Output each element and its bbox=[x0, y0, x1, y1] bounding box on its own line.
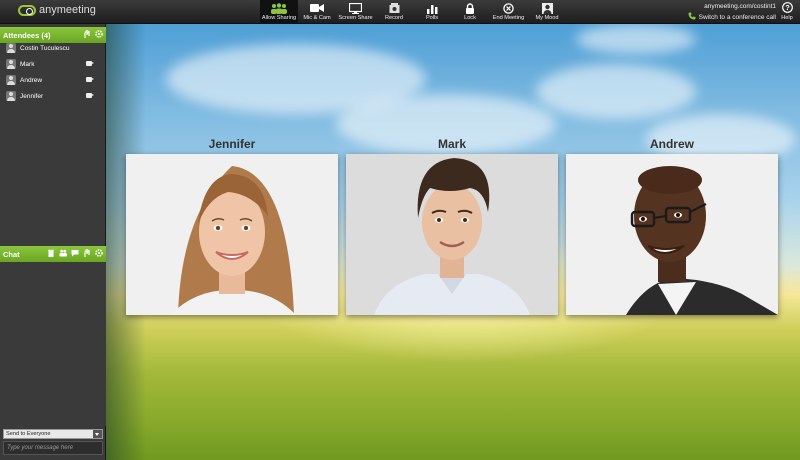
top-toolbar: anymeeting Allow Sharing Mic & Cam Scree… bbox=[0, 0, 800, 24]
avatar-icon bbox=[6, 91, 16, 101]
participant-video bbox=[170, 166, 296, 315]
raise-hand-icon[interactable] bbox=[83, 30, 91, 38]
mic-cam-label: Mic & Cam bbox=[303, 15, 331, 21]
logo-text: anymeeting bbox=[39, 4, 96, 16]
attendee-name: Costin Tuculescu bbox=[20, 44, 70, 52]
polls-label: Polls bbox=[425, 15, 439, 21]
end-meeting-button[interactable]: End Meeting bbox=[489, 0, 528, 24]
camera-icon bbox=[86, 77, 94, 82]
meeting-toolbar: Allow Sharing Mic & Cam Screen Share Rec… bbox=[260, 0, 566, 24]
bar-chart-icon bbox=[426, 2, 438, 14]
chat-header: Chat bbox=[0, 246, 106, 262]
video-tile-jennifer[interactable] bbox=[126, 154, 338, 315]
meeting-info: anymeeting.com/costint1 Switch to a conf… bbox=[688, 2, 776, 24]
lock-icon bbox=[465, 2, 475, 14]
attendee-row[interactable]: Jennifer bbox=[0, 88, 106, 104]
people-icon[interactable] bbox=[59, 249, 67, 257]
attendee-name: Jennifer bbox=[20, 92, 44, 100]
avatar-icon bbox=[6, 59, 16, 69]
chat-input-placeholder: Type your message here bbox=[7, 445, 73, 451]
background-cloud bbox=[576, 24, 696, 54]
attendee-list: Costin Tuculescu Mark Andrew Jennifer bbox=[0, 40, 106, 104]
help-label: Help bbox=[781, 15, 793, 21]
attendee-row[interactable]: Costin Tuculescu bbox=[0, 40, 106, 56]
trash-icon[interactable] bbox=[47, 249, 55, 257]
screen-share-label: Screen Share bbox=[338, 15, 373, 21]
camera-icon bbox=[86, 61, 94, 66]
close-circle-icon bbox=[503, 2, 514, 14]
settings-icon[interactable] bbox=[95, 30, 103, 38]
chat-message-input[interactable]: Type your message here bbox=[3, 441, 103, 455]
conference-call-link[interactable]: Switch to a conference call bbox=[688, 12, 776, 24]
raise-hand-icon[interactable] bbox=[83, 249, 91, 257]
conference-call-label: Switch to a conference call bbox=[698, 14, 776, 21]
attendees-title: Attendees (4) bbox=[3, 30, 51, 40]
camera-icon bbox=[310, 2, 324, 14]
phone-icon bbox=[688, 12, 696, 24]
my-mood-button[interactable]: My Mood bbox=[528, 0, 566, 24]
send-to-select[interactable]: Send to Everyone bbox=[3, 429, 103, 439]
person-icon bbox=[541, 2, 553, 14]
allow-sharing-label: Allow Sharing bbox=[261, 15, 297, 21]
chevron-down-icon bbox=[93, 430, 102, 438]
meeting-stage: Jennifer Mark Andrew bbox=[106, 24, 800, 460]
chat-messages bbox=[0, 262, 106, 426]
avatar-icon bbox=[6, 75, 16, 85]
record-label: Record bbox=[384, 15, 404, 21]
polls-button[interactable]: Polls bbox=[413, 0, 451, 24]
anymeeting-logo: anymeeting bbox=[18, 4, 96, 16]
chat-title: Chat bbox=[3, 249, 20, 259]
record-button[interactable]: Record bbox=[375, 0, 413, 24]
video-name-jennifer: Jennifer bbox=[208, 137, 256, 151]
video-name-andrew: Andrew bbox=[649, 137, 694, 151]
video-tile-andrew[interactable] bbox=[566, 154, 778, 315]
people-icon bbox=[270, 2, 288, 14]
attendee-name: Mark bbox=[20, 60, 35, 68]
participant-video bbox=[374, 158, 530, 315]
lock-label: Lock bbox=[464, 15, 476, 21]
participant-video bbox=[626, 166, 778, 315]
attendee-name: Andrew bbox=[20, 76, 43, 84]
attendee-row[interactable]: Mark bbox=[0, 56, 106, 72]
allow-sharing-button[interactable]: Allow Sharing bbox=[260, 0, 298, 24]
chat-bubble-icon[interactable] bbox=[71, 249, 79, 257]
my-mood-label: My Mood bbox=[535, 15, 559, 21]
settings-icon[interactable] bbox=[95, 249, 103, 257]
monitor-icon bbox=[349, 2, 362, 14]
video-name-mark: Mark bbox=[437, 137, 466, 151]
camera-icon bbox=[86, 93, 94, 98]
screen-share-button[interactable]: Screen Share bbox=[336, 0, 375, 24]
end-meeting-label: End Meeting bbox=[492, 15, 525, 21]
video-tile-mark[interactable] bbox=[346, 154, 558, 315]
attendee-row[interactable]: Andrew bbox=[0, 72, 106, 88]
avatar-icon bbox=[6, 43, 16, 53]
send-to-value: Send to Everyone bbox=[6, 431, 51, 437]
logo-icon bbox=[18, 4, 36, 16]
meeting-url: anymeeting.com/costint1 bbox=[704, 3, 776, 10]
background-cloud bbox=[536, 64, 696, 119]
lock-button[interactable]: Lock bbox=[451, 0, 489, 24]
record-icon bbox=[389, 2, 400, 14]
help-button[interactable]: ? Help bbox=[778, 2, 796, 21]
svg-text:?: ? bbox=[785, 3, 790, 12]
mic-cam-button[interactable]: Mic & Cam bbox=[298, 0, 336, 24]
